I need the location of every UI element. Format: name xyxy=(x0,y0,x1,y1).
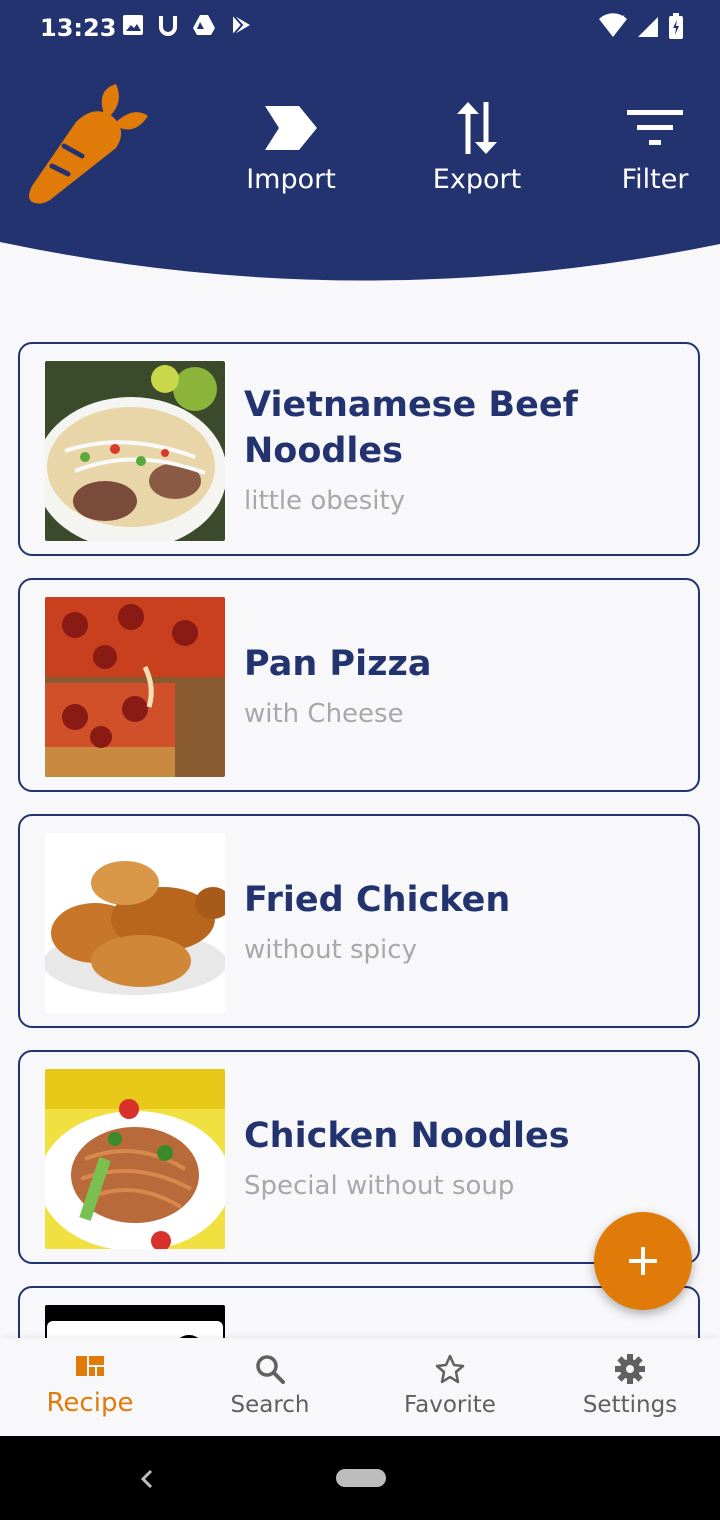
home-pill[interactable] xyxy=(336,1469,386,1487)
plus-icon xyxy=(629,1247,657,1275)
filter-label: Filter xyxy=(621,164,689,195)
recipe-image xyxy=(45,597,225,777)
svg-text:x: x xyxy=(619,13,625,24)
nav-label-recipe: Recipe xyxy=(46,1388,134,1418)
export-label: Export xyxy=(432,164,522,195)
wifi-icon: x xyxy=(599,13,627,37)
nav-label-settings: Settings xyxy=(582,1392,678,1418)
nav-label-search: Search xyxy=(230,1392,310,1418)
recipe-subtitle: without spicy xyxy=(244,935,417,965)
recipe-title: Chicken Noodles xyxy=(244,1116,570,1156)
gear-icon xyxy=(615,1354,645,1384)
recipe-title: Vietnamese Beef Noodles xyxy=(244,385,578,471)
back-icon[interactable] xyxy=(138,1468,156,1490)
bottom-navigation: Recipe Search Favorite Settings xyxy=(0,1338,720,1436)
recipe-card[interactable]: Vietnamese Beef Noodles little obesity xyxy=(18,342,700,556)
status-time: 13:23 xyxy=(40,14,117,42)
filter-icon xyxy=(627,110,683,145)
recipe-card[interactable]: Fried Chicken without spicy xyxy=(18,814,700,1028)
system-navigation-bar xyxy=(0,1436,720,1520)
recipe-card[interactable]: Pan Pizza with Cheese xyxy=(18,578,700,792)
battery-icon xyxy=(669,13,683,39)
nav-item-favorite[interactable]: Favorite xyxy=(360,1338,540,1436)
recipe-subtitle: with Cheese xyxy=(244,699,404,729)
import-label: Import xyxy=(246,164,336,195)
search-icon xyxy=(256,1355,285,1384)
recipe-card[interactable]: Chicken Noodles Special without soup xyxy=(18,1050,700,1264)
recipe-image xyxy=(45,361,225,541)
add-recipe-button[interactable] xyxy=(594,1212,692,1310)
recipe-subtitle: little obesity xyxy=(244,486,406,516)
export-icon xyxy=(457,102,497,154)
recipe-image xyxy=(45,833,225,1013)
nav-item-settings[interactable]: Settings xyxy=(540,1338,720,1436)
import-icon xyxy=(265,106,317,150)
status-bar: 13:23 x xyxy=(0,0,720,56)
system-status-icons: x xyxy=(598,12,684,40)
carrot-logo-icon xyxy=(29,84,148,204)
notification-icons xyxy=(122,14,252,36)
u-icon xyxy=(159,16,177,36)
drive-icon xyxy=(193,15,215,35)
recipe-subtitle: Special without soup xyxy=(244,1171,515,1201)
nav-item-search[interactable]: Search xyxy=(180,1338,360,1436)
recipe-image xyxy=(45,1069,225,1249)
import-button[interactable]: Import xyxy=(226,96,356,195)
play-store-icon xyxy=(232,14,250,36)
nav-item-recipe[interactable]: Recipe xyxy=(0,1338,180,1436)
export-button[interactable]: Export xyxy=(412,96,542,195)
recipe-title: Pan Pizza xyxy=(244,644,432,684)
filter-button[interactable]: Filter xyxy=(590,96,720,195)
recipe-icon xyxy=(76,1356,104,1376)
star-icon xyxy=(435,1354,465,1384)
recipe-title: Fried Chicken xyxy=(244,880,511,920)
nav-label-favorite: Favorite xyxy=(404,1392,496,1418)
image-icon xyxy=(123,15,143,35)
signal-icon xyxy=(638,17,658,37)
